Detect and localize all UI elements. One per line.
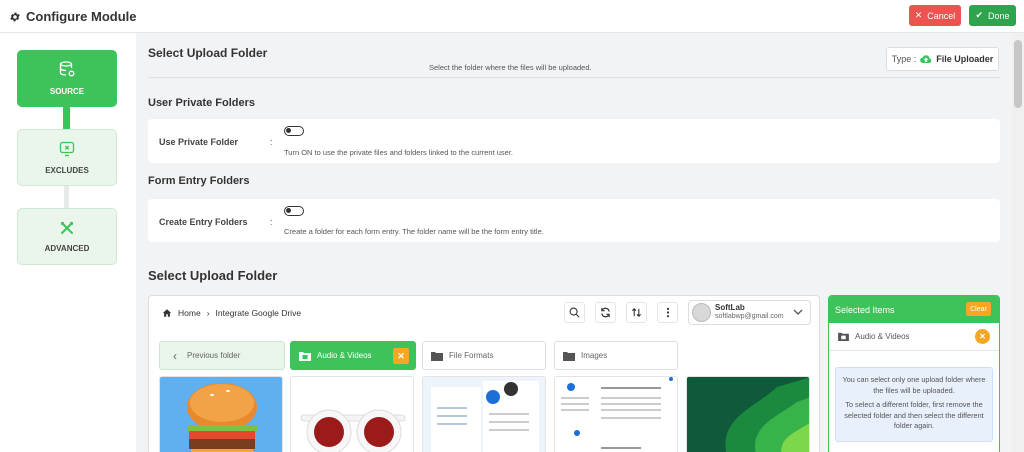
private-folder-toggle[interactable] [284, 126, 304, 136]
type-value: File Uploader [936, 54, 994, 64]
page-title: Configure Module [9, 9, 137, 24]
file-thumbnail-sunglasses[interactable] [290, 376, 414, 452]
entry-folder-toggle[interactable] [284, 206, 304, 216]
private-folder-desc: Turn ON to use the private files and fol… [284, 148, 514, 157]
folder-label: File Formats [449, 351, 494, 360]
sort-button[interactable] [626, 302, 647, 323]
resume-image [555, 377, 673, 452]
cancel-button[interactable]: ✕ Cancel [909, 5, 961, 26]
folder-icon [563, 351, 575, 361]
entry-folders-heading: Form Entry Folders [148, 175, 250, 187]
entry-folder-colon: : [270, 217, 273, 227]
step-connector [63, 106, 70, 129]
step-advanced[interactable]: ADVANCED [17, 208, 117, 265]
selected-items-title: Selected Items [835, 304, 895, 315]
selected-item: Audio & Videos ✕ [829, 323, 999, 351]
breadcrumb-current[interactable]: Integrate Google Drive [216, 308, 302, 318]
step-excludes[interactable]: EXCLUDES [17, 129, 117, 186]
folder-icon [431, 351, 443, 361]
chevron-down-icon [793, 309, 803, 315]
selected-items-panel: Selected Items Clear Audio & Videos ✕ Yo… [828, 295, 1000, 452]
step-source-label: SOURCE [49, 87, 85, 96]
divider [148, 77, 1000, 78]
step-connector [64, 185, 69, 208]
folder-tile-images[interactable]: Images [554, 341, 678, 370]
breadcrumb: Home › Integrate Google Drive [162, 308, 301, 318]
type-indicator: Type : File Uploader [886, 47, 999, 71]
home-icon [162, 309, 172, 317]
chevron-left-icon: ‹ [173, 348, 177, 363]
previous-folder-button[interactable]: ‹ Previous folder [159, 341, 285, 370]
check-icon: ✔ [975, 10, 984, 20]
folder-icon [838, 332, 849, 341]
done-button[interactable]: ✔ Done [969, 5, 1016, 26]
page-title-text: Configure Module [26, 9, 137, 24]
more-options-button[interactable] [657, 302, 678, 323]
database-gear-icon [59, 61, 75, 77]
scrollbar-thumb[interactable] [1014, 40, 1022, 108]
previous-folder-label: Previous folder [187, 351, 241, 360]
refresh-button[interactable] [595, 302, 616, 323]
account-name: SoftLab [715, 303, 745, 313]
cancel-label: Cancel [927, 10, 956, 21]
burger-image [187, 383, 257, 452]
selected-items-header: Selected Items Clear [829, 296, 999, 323]
file-thumbnail-green-abstract[interactable] [686, 376, 810, 452]
selection-note-line-1: You can select only one upload folder wh… [842, 375, 986, 395]
private-folder-label: Use Private Folder [159, 137, 239, 147]
file-browser: Home › Integrate Google Drive SoftLab so… [148, 295, 820, 452]
folder-label: Audio & Videos [317, 351, 372, 360]
account-selector[interactable]: SoftLab softlabwp@gmail.com [688, 300, 811, 325]
chevron-right-icon: › [206, 308, 210, 318]
remove-item-icon[interactable]: ✕ [975, 329, 990, 344]
private-folder-card: Use Private Folder : Turn ON to use the … [148, 119, 1000, 163]
section-subtitle: Select the folder where the files will b… [429, 63, 592, 72]
entry-folder-card: Create Entry Folders : Create a folder f… [148, 199, 1000, 242]
clear-button[interactable]: Clear [966, 302, 991, 316]
selected-item-label: Audio & Videos [855, 332, 910, 341]
account-info: SoftLab softlabwp@gmail.com [715, 303, 784, 321]
selection-note-line-2: To select a different folder, first remo… [844, 400, 984, 431]
file-thumbnail-resume-2[interactable] [554, 376, 678, 452]
entry-folder-label: Create Entry Folders [159, 217, 248, 227]
step-excludes-label: EXCLUDES [45, 165, 89, 175]
sunglasses-image [300, 409, 406, 452]
account-email: softlabwp@gmail.com [715, 313, 784, 321]
top-bar: Configure Module ✕ Cancel ✔ Done [0, 0, 1024, 33]
private-folders-heading: User Private Folders [148, 97, 255, 109]
private-folder-colon: : [270, 137, 273, 147]
sort-icon [631, 308, 642, 317]
folder-tile-file-formats[interactable]: File Formats [422, 341, 546, 370]
entry-folder-desc: Create a folder for each form entry. The… [284, 227, 544, 236]
step-advanced-label: ADVANCED [44, 243, 90, 253]
cloud-upload-icon [920, 55, 932, 64]
selection-note: You can select only one upload folder wh… [835, 367, 993, 442]
exclude-icon [59, 141, 75, 156]
file-thumbnail-burger[interactable] [159, 376, 283, 452]
folder-icon [299, 351, 311, 361]
gear-icon [10, 12, 20, 21]
refresh-icon [601, 307, 610, 318]
more-vertical-icon [666, 307, 669, 318]
close-icon: ✕ [914, 10, 923, 20]
browser-heading: Select Upload Folder [148, 268, 278, 283]
resume-image [431, 381, 539, 452]
done-label: Done [988, 10, 1010, 21]
deselect-icon[interactable]: ✕ [393, 348, 409, 364]
avatar [692, 303, 711, 322]
type-label: Type : [891, 54, 917, 64]
section-title: Select Upload Folder [148, 46, 268, 60]
abstract-image [725, 377, 809, 452]
search-icon [569, 307, 580, 318]
folder-tile-audio-videos[interactable]: Audio & Videos ✕ [290, 341, 416, 370]
file-thumbnail-resume-1[interactable] [422, 376, 546, 452]
folder-label: Images [581, 351, 608, 360]
tools-icon [60, 221, 74, 234]
step-source[interactable]: SOURCE [17, 50, 117, 107]
search-button[interactable] [564, 302, 585, 323]
breadcrumb-home[interactable]: Home [178, 308, 201, 318]
